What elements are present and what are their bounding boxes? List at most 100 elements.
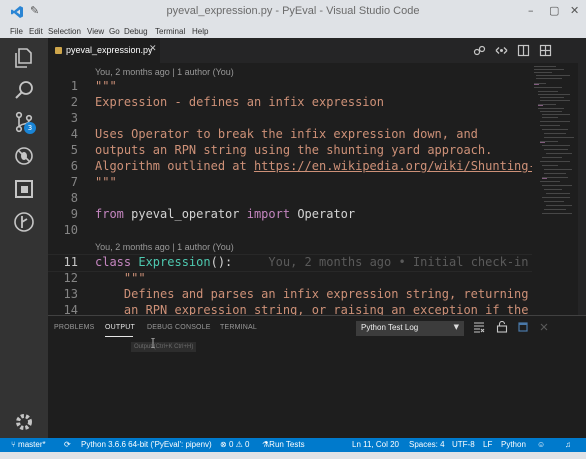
line-number: 8 (70, 191, 78, 205)
blame-codelens[interactable]: You, 2 months ago | 1 author (You) (95, 242, 234, 252)
run-tests-button[interactable]: ⚗Run Tests (262, 440, 305, 449)
line-number: 10 (63, 223, 78, 237)
vscode-window: ✎ pyeval_expression.py - PyEval - Visual… (0, 0, 586, 459)
title-bar: ✎ pyeval_expression.py - PyEval - Visual… (0, 0, 586, 24)
close-panel-icon[interactable] (538, 321, 550, 333)
notifications-bell-icon[interactable]: ♫ (565, 440, 571, 449)
menu-bar: File Edit Selection View Go Debug Termin… (0, 24, 586, 38)
tab-output[interactable]: OUTPUT (105, 324, 135, 331)
blame-codelens[interactable]: You, 2 months ago | 1 author (You) (95, 67, 234, 77)
code-line: """ (95, 271, 146, 285)
output-tooltip: Output (Ctrl+K Ctrl+H) (131, 342, 197, 352)
minimap[interactable] (532, 63, 578, 315)
import-name: Operator (290, 207, 356, 221)
menu-debug[interactable]: Debug (124, 27, 148, 36)
scm-badge: 3 (24, 122, 36, 134)
menu-terminal[interactable]: Terminal (155, 27, 185, 36)
code-line: an RPN expression string, or raising an … (95, 303, 529, 315)
minimap-preview (534, 66, 574, 214)
inline-blame: You, 2 months ago • Initial check-in (232, 255, 529, 269)
tab-problems[interactable]: PROBLEMS (54, 324, 95, 331)
window-title: pyeval_expression.py - PyEval - Visual S… (166, 5, 420, 17)
menu-selection[interactable]: Selection (48, 27, 81, 36)
editor-scrollbar[interactable] (578, 63, 586, 315)
keyword: import (246, 207, 291, 221)
python-file-icon (55, 47, 62, 54)
line-number: 7 (70, 175, 78, 189)
code-line: Uses Operator to break the infix express… (95, 127, 478, 141)
settings-gear-icon[interactable] (12, 410, 36, 434)
activity-bar: 3 (0, 38, 48, 438)
code-line: Defines and parses an infix expression s… (95, 287, 529, 301)
line-number: 5 (70, 143, 78, 157)
status-bar: ⑂ master* ⟳ Python 3.6.6 64-bit ('PyEval… (0, 438, 586, 452)
menu-view[interactable]: View (87, 27, 104, 36)
keyword: from (95, 207, 124, 221)
line-number: 14 (63, 303, 78, 315)
line-number: 3 (70, 111, 78, 125)
branch-status[interactable]: ⑂ master* (11, 440, 46, 449)
chevron-down-icon: ▼ (453, 323, 459, 331)
error-icon: ⊗ (220, 440, 229, 449)
active-tab-underline (105, 336, 133, 337)
output-channel-value: Python Test Log (361, 323, 419, 332)
line-number: 4 (70, 127, 78, 141)
feedback-smiley-icon[interactable]: ☺ (537, 440, 545, 449)
wiki-link[interactable]: https://en.wikipedia.org/wiki/Shunting- (254, 159, 532, 173)
tab-pyeval-expression[interactable]: pyeval_expression.py ✕ (48, 38, 160, 63)
run-tests-label: Run Tests (269, 440, 305, 449)
cursor-position[interactable]: Ln 11, Col 20 (352, 440, 399, 449)
code-editor[interactable]: You, 2 months ago | 1 author (You) 1 """… (48, 63, 532, 315)
window-bottom-border (0, 452, 586, 459)
open-changes-icon[interactable] (495, 44, 508, 57)
tab-debug-console[interactable]: DEBUG CONSOLE (147, 324, 211, 331)
clear-output-icon[interactable] (473, 321, 485, 333)
tab-terminal[interactable]: TERMINAL (220, 324, 257, 331)
git-lens-icon[interactable] (12, 210, 36, 234)
search-icon[interactable] (12, 78, 36, 102)
line-number: 11 (63, 255, 78, 269)
output-channel-select[interactable]: Python Test Log ▼ (356, 321, 464, 336)
split-editor-icon[interactable] (517, 44, 530, 57)
code-line: from pyeval_operator import Operator (95, 207, 355, 221)
explorer-icon[interactable] (12, 46, 36, 70)
debug-icon[interactable] (12, 144, 36, 168)
lock-scroll-icon[interactable] (496, 321, 508, 333)
encoding-status[interactable]: UTF-8 (452, 440, 475, 449)
warning-count: 0 (245, 440, 250, 449)
branch-name: master* (18, 440, 46, 449)
menu-help[interactable]: Help (192, 27, 208, 36)
tab-filename: pyeval_expression.py (66, 45, 153, 55)
menu-edit[interactable]: Edit (29, 27, 43, 36)
keyword: class (95, 255, 132, 269)
close-window-button[interactable]: ✕ (570, 4, 579, 17)
line-number: 13 (63, 287, 78, 301)
indentation-status[interactable]: Spaces: 4 (409, 440, 445, 449)
python-interpreter[interactable]: Python 3.6.6 64-bit ('PyEval': pipenv) (81, 440, 212, 449)
maximize-button[interactable]: ▢ (549, 4, 559, 17)
eol-status[interactable]: LF (483, 440, 492, 449)
minimize-button[interactable]: – (528, 4, 534, 17)
code-punctuation: (): (210, 255, 233, 269)
problems-status[interactable]: ⊗ 0 ⚠ 0 (220, 440, 249, 449)
code-line: Algorithm outlined at https://en.wikiped… (95, 159, 532, 173)
code-line: class Expression(): You, 2 months ago • … (95, 255, 529, 269)
extensions-icon[interactable] (12, 177, 36, 201)
compare-changes-icon[interactable] (473, 44, 486, 57)
code-text: Algorithm outlined at (95, 159, 254, 173)
class-name: Expression (131, 255, 211, 269)
close-tab-icon[interactable]: ✕ (149, 44, 157, 54)
line-number: 6 (70, 159, 78, 173)
line-number: 12 (63, 271, 78, 285)
code-line: """ (95, 175, 117, 189)
maximize-panel-icon[interactable] (517, 321, 529, 333)
editor-layout-icon[interactable] (539, 44, 552, 57)
language-mode[interactable]: Python (501, 440, 526, 449)
module-name: pyeval_operator (123, 207, 247, 221)
code-line: outputs an RPN string using the shunting… (95, 143, 493, 157)
text-cursor-icon (151, 338, 155, 348)
code-line: """ (95, 79, 117, 93)
menu-file[interactable]: File (10, 27, 23, 36)
sync-icon[interactable]: ⟳ (64, 440, 71, 449)
menu-go[interactable]: Go (109, 27, 120, 36)
